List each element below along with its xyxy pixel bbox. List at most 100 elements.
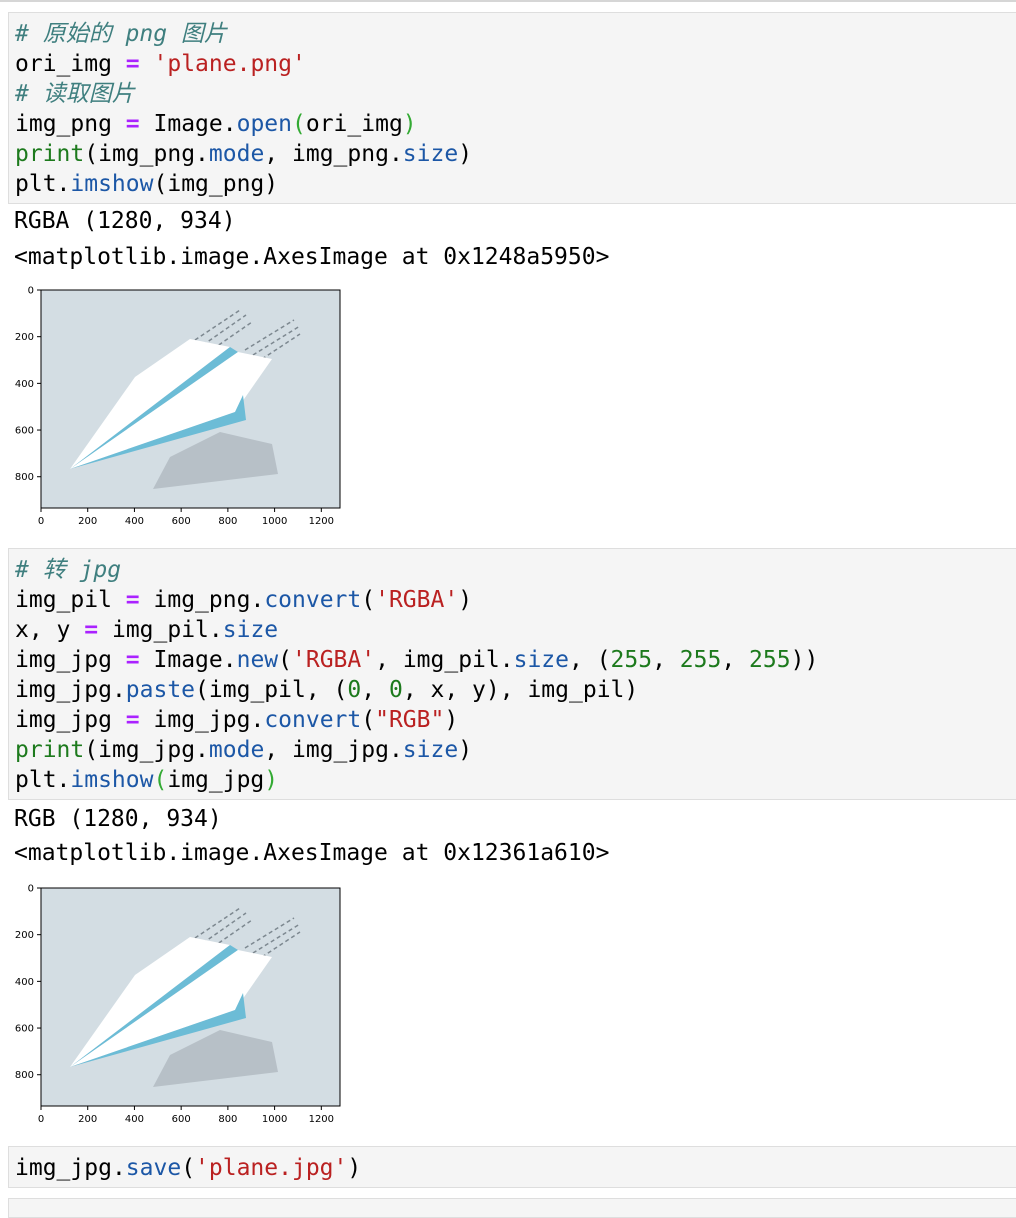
- token: (: [84, 141, 99, 167]
- token: (: [84, 737, 99, 763]
- token: print: [15, 737, 85, 763]
- token: (: [292, 111, 306, 137]
- token: size: [222, 617, 279, 643]
- token: ): [444, 707, 459, 733]
- y-axis: 0 200 400 600 800: [15, 884, 41, 1081]
- x-tick-label: 1200: [309, 516, 334, 527]
- x-tick-label: 1000: [262, 1114, 287, 1125]
- token: =: [84, 617, 99, 643]
- plot-image: [41, 888, 340, 1106]
- token: "RGB": [375, 707, 445, 733]
- token: img_png: [167, 171, 265, 197]
- token: (: [278, 647, 293, 673]
- x-tick-label: 800: [218, 1114, 237, 1125]
- token: save: [125, 1155, 182, 1181]
- token: Image.: [153, 111, 237, 137]
- code-cell-4[interactable]: [8, 1198, 1016, 1218]
- x-tick-label: 1000: [262, 516, 287, 527]
- token: imshow: [70, 767, 154, 793]
- token: img_pil: [527, 677, 625, 703]
- token: 255: [749, 647, 791, 673]
- token: img_pil: [15, 587, 112, 613]
- token: 'RGBA': [292, 647, 376, 673]
- token: ): [458, 737, 473, 763]
- token: ): [624, 677, 639, 703]
- plot-1: 0 200 400 600 800 0 200 400 600 800 1000 1200: [15, 286, 341, 527]
- token: =: [125, 587, 140, 613]
- token: img_jpg: [15, 647, 112, 673]
- top-border: [0, 0, 1016, 2]
- y-tick-label: 600: [15, 1024, 34, 1035]
- token: (: [153, 171, 168, 197]
- comment: # 原始的 png 图片: [15, 21, 227, 47]
- token: ): [458, 587, 473, 613]
- plot-image: [41, 290, 340, 508]
- token: img_jpg: [15, 677, 112, 703]
- token: plt.: [15, 767, 71, 793]
- token: 'plane.jpg': [195, 1155, 348, 1181]
- y-tick-label: 200: [15, 930, 34, 941]
- token: size: [402, 737, 459, 763]
- token: open: [236, 111, 292, 137]
- token: img_jpg: [98, 737, 196, 763]
- token: ): [347, 1155, 362, 1181]
- y-tick-label: 400: [15, 379, 34, 390]
- token: (: [181, 1155, 196, 1181]
- y-tick-label: 400: [15, 977, 34, 988]
- token: ori_img: [15, 51, 112, 77]
- token: ): [402, 111, 417, 137]
- x-axis: 0 200 400 600 800 1000 1200: [38, 1106, 334, 1125]
- token: (: [361, 707, 376, 733]
- token: mode: [208, 141, 265, 167]
- code-cell-2-source[interactable]: # 转 jpg img_pil = img_png.convert('RGBA'…: [15, 555, 1016, 795]
- token: print: [15, 141, 85, 167]
- token: (: [361, 587, 376, 613]
- token: 0: [388, 677, 403, 703]
- x-tick-label: 800: [218, 516, 237, 527]
- code-cell-2[interactable]: # 转 jpg img_pil = img_png.convert('RGBA'…: [8, 548, 1016, 800]
- code-cell-3-source[interactable]: img_jpg.save('plane.jpg'): [15, 1153, 1016, 1183]
- x-tick-label: 0: [38, 516, 44, 527]
- comment: # 读取图片: [15, 81, 135, 107]
- plot-2: 0 200 400 600 800 0 200 400 600 800 1000 1200: [15, 884, 341, 1125]
- token: img_png: [98, 141, 196, 167]
- x-tick-label: 0: [38, 1114, 44, 1125]
- token: plt.: [15, 171, 71, 197]
- token: img_jpg: [153, 707, 251, 733]
- token: 255: [679, 647, 722, 673]
- x-tick-label: 200: [78, 1114, 97, 1125]
- x-tick-label: 600: [172, 516, 191, 527]
- code-cell-1-source[interactable]: # 原始的 png 图片 ori_img = 'plane.png' # 读取图…: [15, 19, 1016, 199]
- token: img_pil: [208, 677, 306, 703]
- code-cell-1[interactable]: # 原始的 png 图片 ori_img = 'plane.png' # 读取图…: [8, 12, 1016, 204]
- x-tick-label: 200: [78, 516, 97, 527]
- token: ): [264, 767, 279, 793]
- code-cell-3[interactable]: img_jpg.save('plane.jpg'): [8, 1146, 1016, 1188]
- y-tick-label: 0: [28, 286, 34, 297]
- cell-1-repr: <matplotlib.image.AxesImage at 0x1248a59…: [14, 244, 610, 270]
- token: ): [264, 171, 279, 197]
- y-axis: 0 200 400 600 800: [15, 286, 41, 483]
- cell-1-stdout: RGBA (1280, 934): [14, 208, 236, 234]
- token: img_jpg: [15, 707, 112, 733]
- token: =: [125, 111, 140, 137]
- token: img_png: [15, 111, 112, 137]
- token: x, y: [15, 617, 71, 643]
- x-axis: 0 200 400 600 800 1000 1200: [38, 508, 334, 527]
- token: size: [513, 647, 569, 673]
- x-tick-label: 400: [125, 1114, 144, 1125]
- cell-2-repr: <matplotlib.image.AxesImage at 0x12361a6…: [14, 840, 610, 866]
- token: img_pil: [111, 617, 209, 643]
- token: img_png: [153, 587, 251, 613]
- token: new: [236, 647, 279, 673]
- y-tick-label: 800: [15, 472, 34, 483]
- token: =: [125, 707, 140, 733]
- token: img_pil: [402, 647, 500, 673]
- y-tick-label: 200: [15, 332, 34, 343]
- token: ): [458, 141, 473, 167]
- token: Image.: [153, 647, 237, 673]
- token: =: [125, 51, 140, 77]
- token: (: [153, 767, 168, 793]
- token: 'RGBA': [375, 587, 459, 613]
- x-tick-label: 600: [172, 1114, 191, 1125]
